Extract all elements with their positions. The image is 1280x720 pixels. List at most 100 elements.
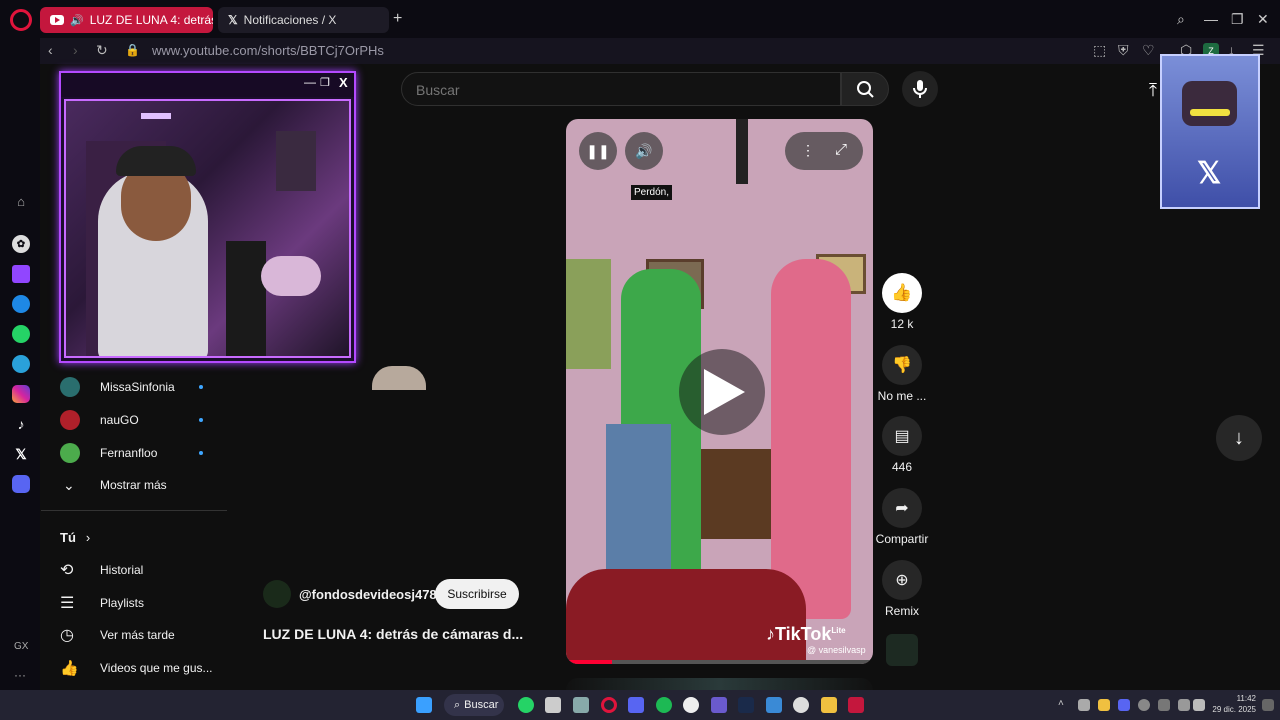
heart-icon[interactable]: ♡	[1142, 42, 1155, 59]
remix-button[interactable]: ⊕	[882, 560, 922, 600]
workspace-icon[interactable]: ⌂	[12, 192, 30, 210]
whatsapp-icon[interactable]	[518, 697, 534, 713]
share-button[interactable]: ➦	[882, 488, 922, 528]
sound-thumbnail[interactable]	[886, 634, 918, 666]
search-tabs-icon[interactable]: ⌕	[1177, 11, 1185, 28]
whatsapp-icon[interactable]	[12, 325, 30, 343]
nav-item-liked-videos[interactable]: 👍 Videos que me gus...	[60, 656, 213, 680]
clock[interactable]: 11:42 29 dic. 2025	[1212, 693, 1256, 715]
windows-start-icon[interactable]	[416, 697, 432, 713]
share-action[interactable]: ➦ Compartir	[876, 488, 928, 546]
comment-button[interactable]: ▤	[882, 416, 922, 456]
minimize-button[interactable]: —	[1204, 11, 1218, 27]
next-short-button[interactable]: ↓	[1216, 415, 1262, 461]
tray-icon[interactable]	[1078, 699, 1090, 711]
tab-x-notifications[interactable]: 𝕏 Notificaciones / X	[218, 7, 389, 33]
subscription-item[interactable]: nauGO	[60, 408, 203, 432]
search-box[interactable]	[401, 72, 841, 106]
restore-icon[interactable]: ❐	[320, 76, 330, 89]
spotify-icon[interactable]	[656, 697, 672, 713]
opera-logo-icon[interactable]	[10, 9, 32, 31]
dislike-button[interactable]: 👎	[882, 345, 922, 385]
messenger-icon[interactable]	[12, 295, 30, 313]
more-options-icon[interactable]: ⋮	[801, 142, 815, 159]
subscribe-button[interactable]: Suscribirse	[435, 579, 519, 609]
speaker-icon[interactable]: 🔊	[70, 14, 84, 27]
github-icon[interactable]	[683, 697, 699, 713]
like-action[interactable]: 👍 12 k	[882, 273, 922, 331]
x-icon[interactable]: 𝕏	[12, 445, 30, 463]
dislike-action[interactable]: 👎 No me ...	[878, 345, 926, 403]
grid-app-icon[interactable]	[711, 697, 727, 713]
pause-button[interactable]: ❚❚	[579, 132, 617, 170]
calendar-icon[interactable]	[545, 697, 561, 713]
subscription-item[interactable]: MissaSinfonia	[60, 375, 203, 399]
search-icon: ⌕	[454, 698, 461, 711]
opera-gx-icon[interactable]	[601, 697, 617, 713]
nav-item-playlists[interactable]: ☰ Playlists	[60, 591, 144, 615]
twitch-icon[interactable]	[12, 265, 30, 283]
app-icon[interactable]	[738, 697, 754, 713]
fullscreen-icon[interactable]: ⤢	[835, 141, 847, 158]
notifications-icon[interactable]	[1262, 699, 1274, 711]
taskbar-search[interactable]: ⌕ Buscar	[444, 694, 504, 716]
chatgpt-icon[interactable]: ✿	[12, 235, 30, 253]
short-title[interactable]: LUZ DE LUNA 4: detrás de cámaras d...	[263, 626, 523, 642]
woman-pink-dress	[771, 259, 851, 619]
tray-icon[interactable]	[1118, 699, 1130, 711]
more-icon[interactable]: ···	[14, 668, 26, 682]
volume-icon[interactable]	[1193, 699, 1205, 711]
network-icon[interactable]	[1178, 699, 1190, 711]
you-section-header[interactable]: Tú ›	[60, 525, 90, 549]
discord-icon[interactable]	[12, 475, 30, 493]
close-button[interactable]: ✕	[1257, 11, 1269, 28]
nav-item-watch-later[interactable]: ◷ Ver más tarde	[60, 623, 175, 647]
next-short-preview[interactable]	[566, 678, 873, 690]
screenshot-icon[interactable]	[573, 697, 589, 713]
maximize-button[interactable]: ❐	[1231, 11, 1244, 28]
nav-item-history[interactable]: ⟲ Historial	[60, 558, 143, 582]
gx-label: GX	[14, 641, 29, 652]
search-button[interactable]	[841, 72, 889, 106]
volume-button[interactable]: 🔊	[625, 132, 663, 170]
tab-youtube[interactable]: 🔊 LUZ DE LUNA 4: detrás	[40, 7, 213, 33]
channel-avatar[interactable]	[263, 580, 291, 608]
new-tab-button[interactable]: +	[393, 10, 402, 28]
snapshot-icon[interactable]: ⬚	[1093, 42, 1106, 59]
app-active-icon[interactable]	[848, 697, 864, 713]
close-icon[interactable]: X	[339, 75, 348, 90]
tiktok-icon[interactable]: ♪	[12, 415, 30, 433]
progress-track[interactable]	[566, 660, 873, 664]
mic-tray-icon[interactable]	[1158, 699, 1170, 711]
channel-handle[interactable]: @fondosdevideosj478	[299, 587, 437, 602]
show-more-button[interactable]: ⌄ Mostrar más	[60, 473, 167, 497]
upload-icon[interactable]: ⤒	[1149, 80, 1157, 101]
instagram-icon[interactable]	[12, 385, 30, 403]
comment-action[interactable]: ▤ 446	[882, 416, 922, 474]
telegram-icon[interactable]	[12, 355, 30, 373]
voice-search-button[interactable]	[902, 71, 938, 107]
channel-name: nauGO	[100, 413, 139, 427]
browser-tab-bar: 🔊 LUZ DE LUNA 4: detrás 𝕏 Notificaciones…	[0, 0, 1280, 38]
forward-icon[interactable]: ›	[73, 42, 78, 58]
tray-icon[interactable]	[1098, 699, 1110, 711]
remix-icon: ⊕	[895, 572, 909, 589]
back-icon[interactable]: ‹	[48, 42, 53, 58]
like-button[interactable]: 👍	[882, 273, 922, 313]
file-explorer-icon[interactable]	[821, 697, 837, 713]
subscription-item[interactable]: Fernanfloo	[60, 441, 203, 465]
thumbs-up-icon: 👍	[60, 660, 79, 677]
tray-icon[interactable]	[1138, 699, 1150, 711]
remix-action[interactable]: ⊕ Remix	[882, 560, 922, 618]
minimize-icon[interactable]: —	[304, 75, 316, 89]
webcam-video	[64, 99, 351, 358]
reload-icon[interactable]: ↻	[96, 42, 108, 59]
discord-icon[interactable]	[628, 697, 644, 713]
url-field[interactable]: www.youtube.com/shorts/BBTCj7OrPHs	[152, 43, 384, 58]
search-input[interactable]	[416, 82, 816, 98]
play-button[interactable]	[679, 349, 765, 435]
obs-icon[interactable]	[793, 697, 809, 713]
tray-chevron-icon[interactable]: ˄	[1058, 698, 1064, 709]
shield-icon[interactable]: ⛨	[1118, 42, 1129, 59]
photos-icon[interactable]	[766, 697, 782, 713]
